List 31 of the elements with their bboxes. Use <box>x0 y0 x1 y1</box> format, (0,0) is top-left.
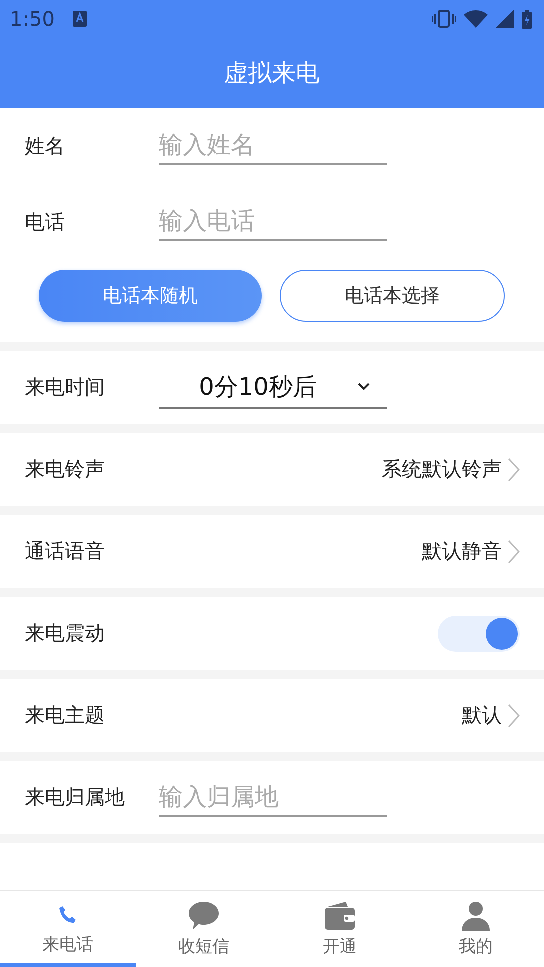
setting-label: 来电震动 <box>25 620 106 647</box>
phonebook-button[interactable]: 电话本选择 <box>280 270 505 322</box>
keyboard-app-icon <box>72 11 87 27</box>
time-dropdown[interactable]: 0分10秒后 <box>159 366 387 408</box>
chevron-down-icon <box>357 382 371 392</box>
vibrate-icon <box>432 10 456 28</box>
wifi-icon <box>464 10 488 28</box>
input-field[interactable]: 输入电话 <box>159 203 387 241</box>
field-label: 姓名 <box>25 132 66 160</box>
setting-label: 来电时间 <box>25 374 106 401</box>
setting-label: 来电归属地 <box>25 784 126 811</box>
signal-icon <box>496 10 514 28</box>
chevron-right-icon <box>508 458 520 482</box>
setting-value[interactable]: 默认静音 <box>422 538 502 565</box>
input-field[interactable]: 输入姓名 <box>159 127 387 165</box>
setting-label: 来电铃声 <box>25 456 106 483</box>
setting-label: 来电主题 <box>25 702 106 729</box>
vibration-toggle[interactable] <box>438 616 520 652</box>
header-title: 虚拟来电 <box>224 58 320 89</box>
setting-value[interactable]: 默认 <box>462 702 502 729</box>
input-field[interactable]: 输入归属地 <box>159 778 387 816</box>
wallet-icon <box>324 900 356 930</box>
field-label: 电话 <box>25 208 66 236</box>
setting-value[interactable]: 系统默认铃声 <box>382 456 502 483</box>
status-time: 1:50 <box>10 7 55 31</box>
chevron-right-icon <box>508 540 520 564</box>
chevron-right-icon <box>508 704 520 728</box>
chat-icon <box>188 900 220 930</box>
setting-label: 通话语音 <box>25 538 106 565</box>
battery-icon <box>522 10 532 28</box>
person-icon <box>460 900 492 930</box>
